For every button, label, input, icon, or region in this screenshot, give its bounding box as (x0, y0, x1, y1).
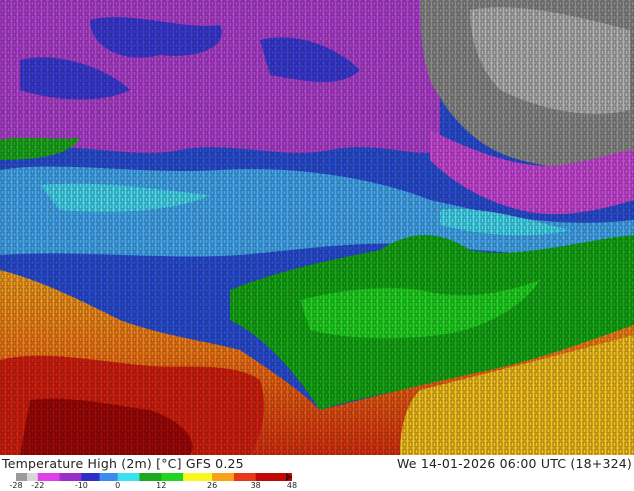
colorbar-tick-label: 26 (207, 481, 218, 490)
map-title: Temperature High (2m) [°C] GFS 0.25 (2, 456, 244, 471)
valid-time: We 14-01-2026 06:00 UTC (18+324) (396, 456, 632, 471)
colorbar-tick-label: -10 (74, 481, 88, 490)
temperature-map (0, 0, 634, 455)
colorbar-segment (59, 473, 82, 481)
colorbar-segment (117, 473, 140, 481)
colorbar-segment (37, 473, 61, 481)
colorbar-segment (183, 473, 213, 481)
colorbar-segment (212, 473, 235, 481)
colorbar-segment (81, 473, 101, 481)
colorbar-segment (233, 473, 257, 481)
colorbar (16, 473, 292, 481)
colorbar-segment (26, 473, 39, 481)
colorbar-segment (161, 473, 184, 481)
colorbar-segment (99, 473, 119, 481)
colorbar-segment (16, 473, 28, 481)
colorbar-tick-label: 0 (115, 481, 121, 490)
colorbar-tick-label: 38 (250, 481, 261, 490)
colorbar-tick-label: 48 (286, 481, 298, 490)
colorbar-tick-label: -22 (31, 481, 45, 490)
colorbar-tick-label: -28 (9, 481, 23, 490)
colorbar-tick-label: 12 (156, 481, 167, 490)
colorbar-segment (139, 473, 162, 481)
value-label-texture (0, 0, 634, 455)
